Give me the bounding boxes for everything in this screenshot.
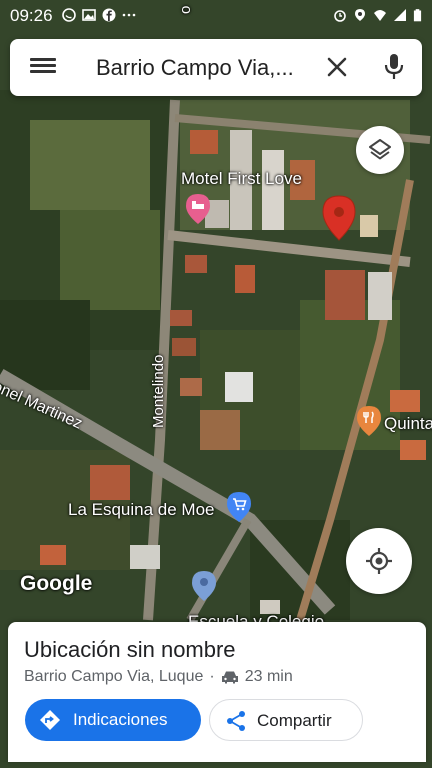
my-location-button[interactable] (346, 528, 412, 594)
place-address: Barrio Campo Via, Luque (24, 668, 204, 685)
google-logo: Google (20, 572, 93, 595)
gallery-icon (82, 9, 96, 21)
dropped-pin-icon[interactable] (322, 195, 356, 241)
status-bar: 09:26 (0, 0, 432, 32)
car-icon (221, 671, 238, 684)
signal-icon (394, 9, 406, 21)
shopping-marker-icon[interactable] (226, 491, 252, 523)
place-info-card[interactable]: Ubicación sin nombre Barrio Campo Via, L… (8, 622, 426, 762)
map-label-esquina[interactable]: La Esquina de Moe (68, 500, 215, 520)
search-query[interactable]: Barrio Campo Via,... (96, 55, 294, 81)
directions-icon (40, 710, 60, 730)
close-icon[interactable] (323, 53, 351, 81)
layers-button[interactable] (356, 126, 404, 174)
share-button[interactable]: Compartir (209, 699, 363, 741)
layers-icon (369, 139, 391, 160)
status-time: 09:26 (10, 6, 53, 25)
separator: · (209, 668, 215, 685)
location-icon (355, 9, 365, 21)
share-label: Compartir (257, 711, 332, 730)
search-bar[interactable]: Barrio Campo Via,... (10, 39, 422, 96)
notification-icons (62, 8, 136, 22)
map-label-street-top: o (177, 5, 194, 14)
facebook-icon (102, 8, 116, 22)
motel-marker-icon[interactable] (185, 193, 211, 225)
alarm-icon (334, 10, 346, 22)
drive-time: 23 min (244, 668, 293, 685)
wifi-icon (374, 10, 386, 21)
share-icon (227, 711, 245, 731)
system-icons (333, 8, 422, 22)
map-label-quinta[interactable]: Quinta (384, 414, 432, 434)
whatsapp-icon (62, 8, 76, 22)
directions-label: Indicaciones (73, 710, 168, 729)
microphone-icon[interactable] (382, 52, 406, 82)
map-label-montelindo: Montelindo (150, 354, 167, 428)
place-subtitle: Barrio Campo Via, Luque · 23 min (24, 668, 293, 686)
restaurant-marker-icon[interactable] (356, 405, 382, 437)
place-title: Ubicación sin nombre (24, 637, 236, 662)
crosshair-icon (366, 548, 392, 574)
menu-icon[interactable] (30, 55, 56, 79)
directions-button[interactable]: Indicaciones (25, 699, 201, 741)
battery-icon (413, 9, 422, 22)
more-dots-icon (122, 13, 136, 17)
school-marker-icon[interactable] (191, 570, 217, 602)
map-label-motel[interactable]: Motel First Love (181, 169, 302, 189)
